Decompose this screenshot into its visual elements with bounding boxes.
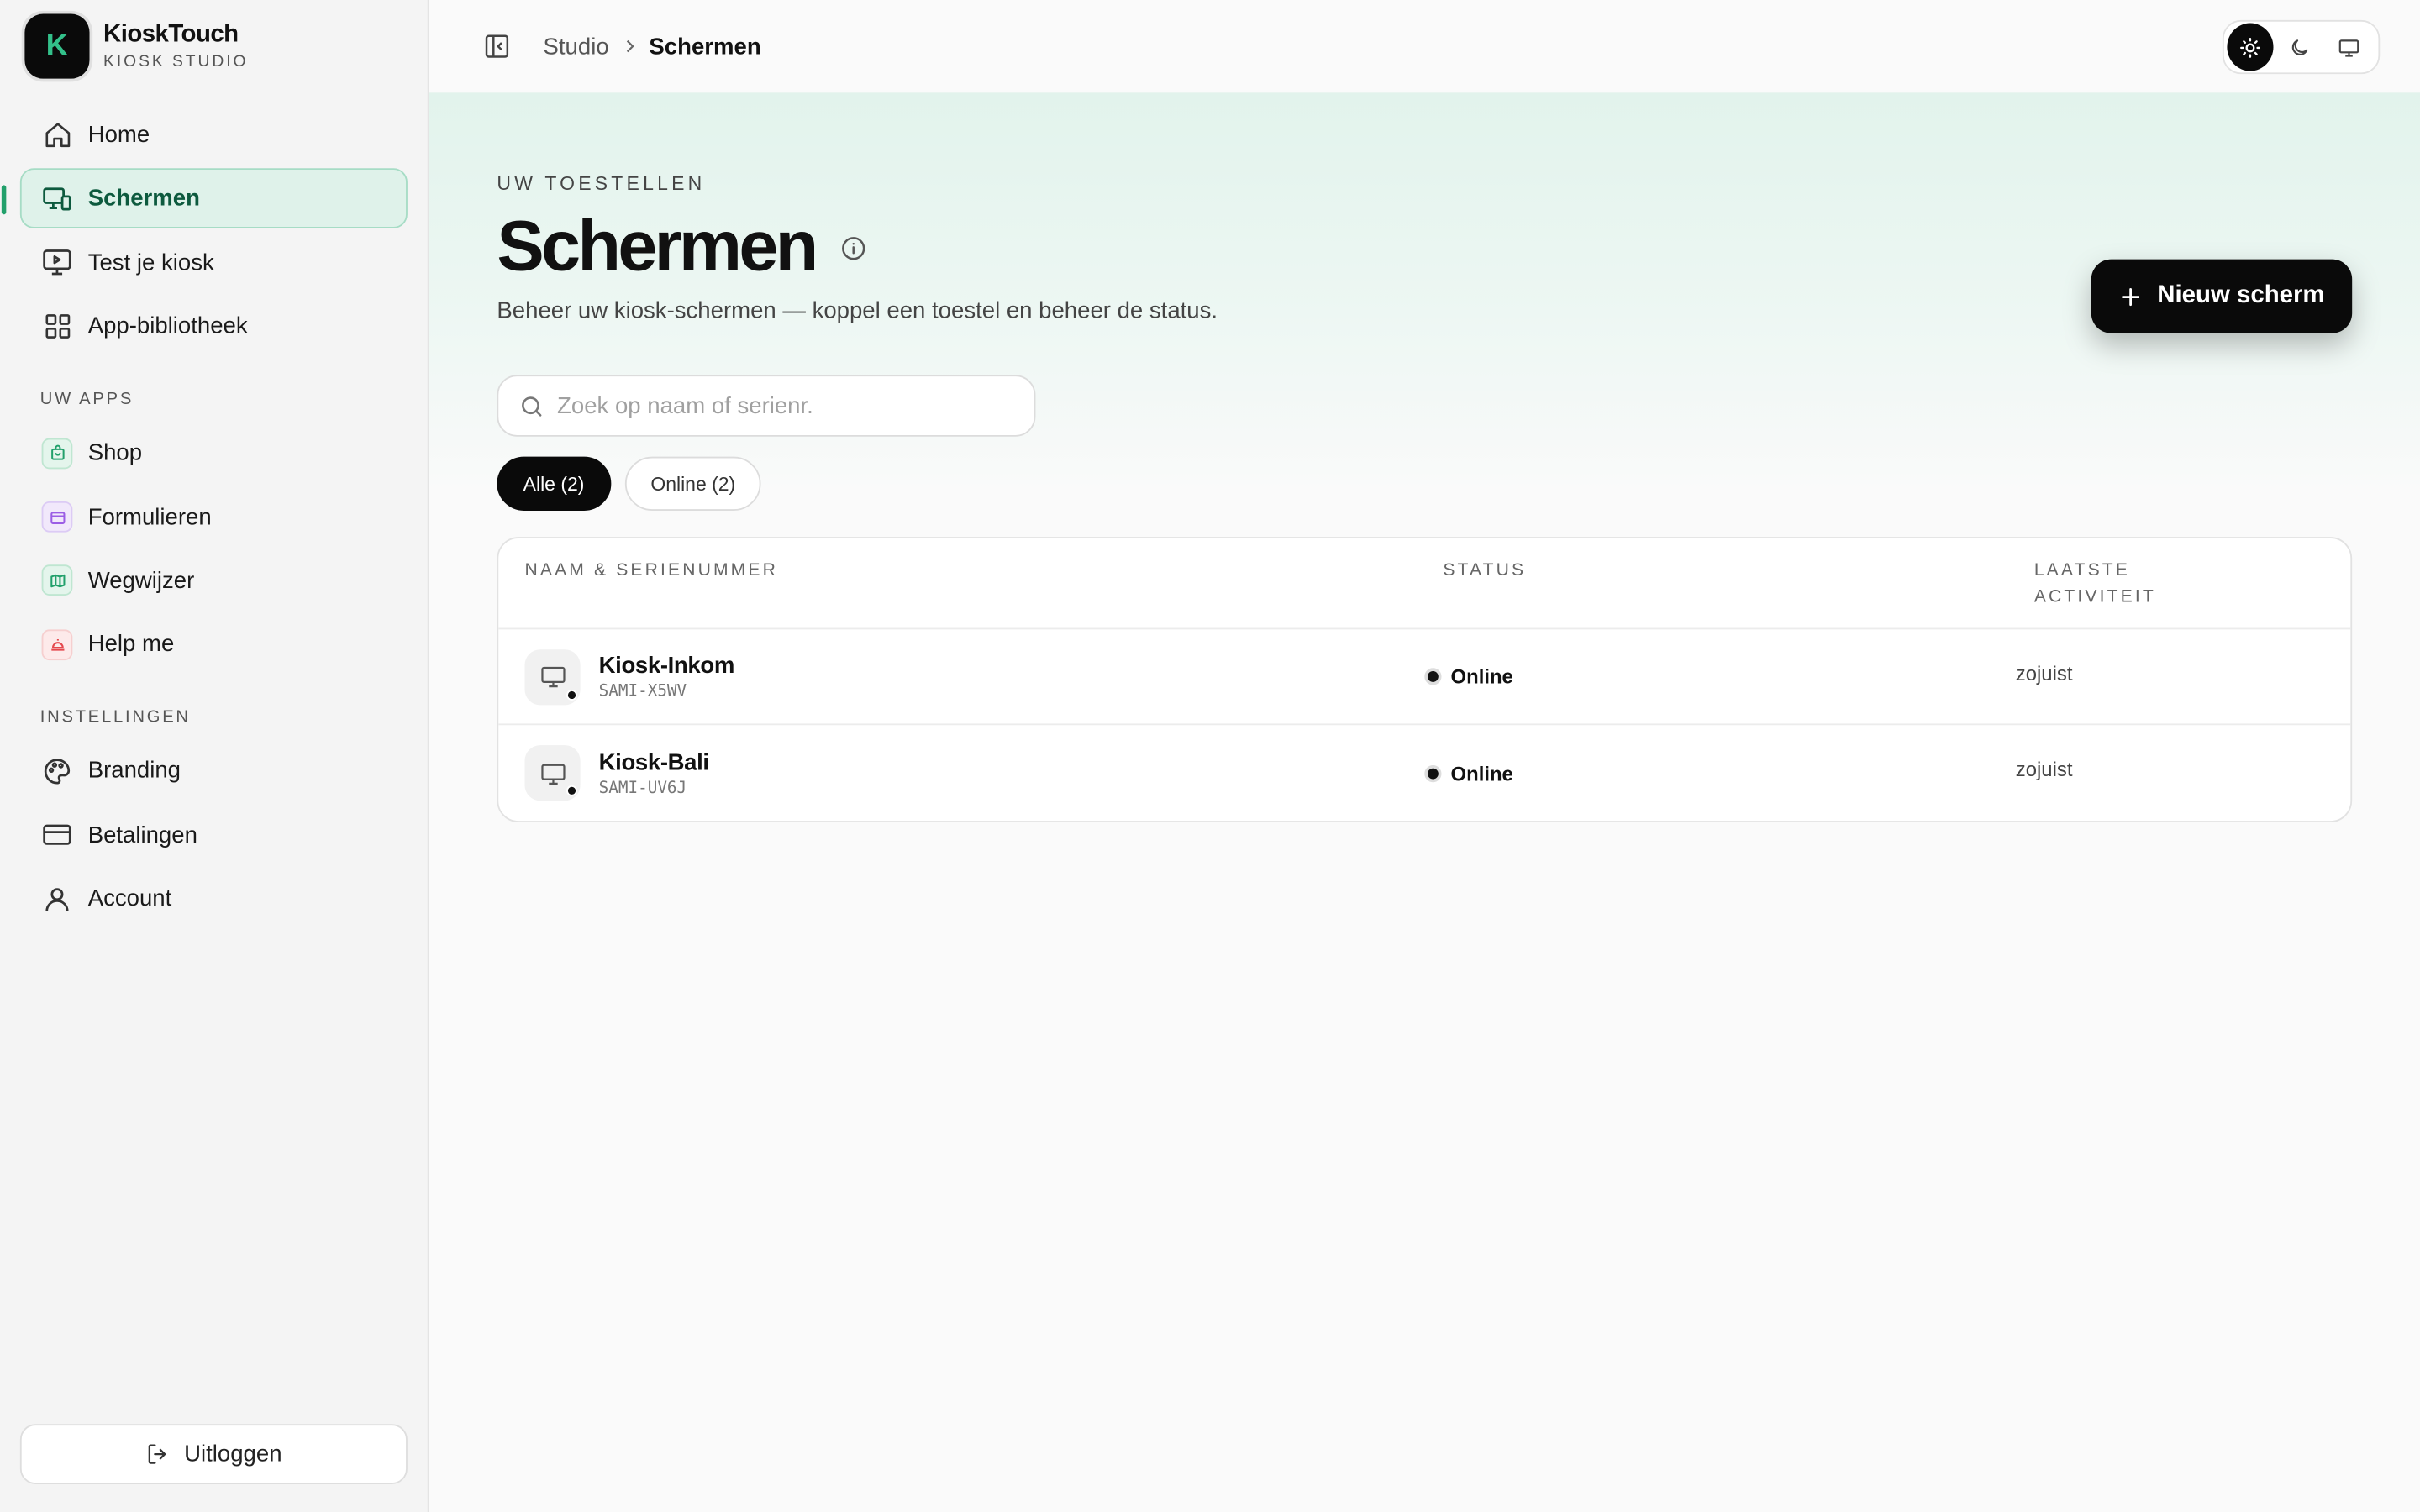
main-nav: Home Schermen Test je kiosk App-biblioth…	[1, 105, 408, 357]
palette-icon	[42, 756, 73, 787]
sidebar-item-formulieren[interactable]: Formulieren	[20, 487, 408, 548]
page-content: UW TOESTELLEN Schermen Beheer uw kiosk-s…	[497, 92, 2353, 822]
sidebar-item-label: Account	[87, 885, 172, 912]
moon-icon[interactable]	[2276, 24, 2323, 71]
monitor-icon	[524, 648, 581, 705]
column-header-activity[interactable]: LAATSTE ACTIVITEIT	[2034, 538, 2351, 628]
brand-logo: K	[24, 13, 90, 79]
sidebar-item-label: Home	[87, 122, 150, 149]
play-screen-icon	[42, 247, 73, 278]
logout-icon	[145, 1441, 171, 1467]
last-activity: zojuist	[2015, 757, 2073, 781]
sidebar-toggle-icon[interactable]	[481, 31, 513, 62]
form-icon	[41, 501, 73, 533]
sidebar: K KioskTouch KIOSK STUDIO Home Schermen	[0, 0, 429, 1512]
table-header: NAAM & SERIENUMMER STATUS LAATSTE ACTIVI…	[498, 538, 2351, 630]
search-input[interactable]	[557, 392, 1005, 419]
sidebar-item-label: Shop	[87, 439, 143, 467]
sidebar-item-wegwijzer[interactable]: Wegwijzer	[20, 551, 408, 612]
info-icon[interactable]	[840, 234, 868, 262]
sun-icon[interactable]	[2227, 23, 2274, 71]
column-header-name[interactable]: NAAM & SERIENUMMER	[498, 538, 1443, 628]
logout-button[interactable]: Uitloggen	[19, 1424, 408, 1484]
sidebar-item-home[interactable]: Home	[20, 105, 408, 165]
filter-chips: Alle (2) Online (2)	[497, 456, 2352, 511]
main-content: Studio Schermen UW TOESTELLEN Schermen B…	[429, 0, 2420, 1512]
status-badge: Online	[1424, 761, 2015, 785]
sidebar-item-branding[interactable]: Branding	[20, 741, 408, 801]
status-badge: Online	[1424, 665, 2015, 688]
devices-table: NAAM & SERIENUMMER STATUS LAATSTE ACTIVI…	[497, 537, 2353, 822]
breadcrumb-studio[interactable]: Studio	[544, 33, 609, 59]
topbar: Studio Schermen	[429, 0, 2420, 93]
chevron-right-icon	[620, 37, 639, 55]
monitor-icon	[524, 745, 581, 801]
sidebar-item-label: Branding	[87, 758, 181, 785]
online-indicator	[566, 785, 577, 796]
status-dot-icon	[1424, 668, 1442, 685]
sidebar-item-label: Betalingen	[87, 822, 197, 848]
online-indicator	[566, 689, 577, 700]
filter-online[interactable]: Online (2)	[624, 456, 762, 511]
page-title: Schermen	[497, 205, 818, 286]
section-label-apps: UW APPS	[39, 391, 134, 410]
status-dot-icon	[1424, 764, 1442, 782]
sidebar-item-betalingen[interactable]: Betalingen	[20, 805, 408, 865]
table-row[interactable]: Kiosk-Inkom SAMI-X5WV Online zojuist	[498, 629, 2351, 726]
device-serial: SAMI-UV6J	[598, 778, 687, 797]
sidebar-item-label: App-bibliotheek	[87, 313, 248, 340]
new-screen-button[interactable]: Nieuw scherm	[2091, 259, 2353, 333]
map-icon	[41, 565, 73, 596]
shop-bag-icon	[41, 438, 73, 469]
theme-switch	[2222, 19, 2381, 75]
sidebar-item-schermen[interactable]: Schermen	[1, 168, 408, 229]
table-row[interactable]: Kiosk-Bali SAMI-UV6J Online zojuist	[498, 725, 2350, 821]
logout-label: Uitloggen	[184, 1441, 282, 1467]
brand-subtitle: KIOSK STUDIO	[103, 52, 249, 71]
device-name[interactable]: Kiosk-Inkom	[599, 653, 735, 679]
page-subtitle: Beheer uw kiosk-schermen — koppel een to…	[497, 297, 1218, 324]
sidebar-item-test-je-kiosk[interactable]: Test je kiosk	[20, 233, 408, 293]
sidebar-item-label: Test je kiosk	[87, 249, 214, 276]
page-eyebrow: UW TOESTELLEN	[497, 172, 706, 195]
last-activity: zojuist	[2015, 661, 2073, 685]
user-icon	[42, 884, 73, 915]
sidebar-item-label: Help me	[87, 631, 175, 659]
device-serial: SAMI-X5WV	[598, 681, 687, 701]
new-screen-label: Nieuw scherm	[2157, 282, 2325, 309]
breadcrumb-current: Schermen	[649, 33, 761, 60]
filter-all[interactable]: Alle (2)	[497, 456, 611, 511]
monitor-icon[interactable]	[2326, 24, 2372, 71]
sidebar-item-app-bibliotheek[interactable]: App-bibliotheek	[20, 297, 408, 357]
credit-card-icon	[42, 820, 73, 851]
sidebar-item-label: Wegwijzer	[87, 567, 195, 595]
sidebar-item-help-me[interactable]: Help me	[20, 615, 408, 675]
sidebar-item-label: Formulieren	[87, 503, 212, 531]
grid-icon	[42, 311, 73, 342]
home-icon	[42, 119, 73, 150]
device-name[interactable]: Kiosk-Bali	[599, 749, 709, 775]
search-icon	[518, 392, 544, 418]
sidebar-item-label: Schermen	[87, 186, 200, 213]
bell-icon	[41, 629, 73, 660]
brand-name: KioskTouch	[103, 21, 239, 48]
section-label-instellingen: INSTELLINGEN	[39, 708, 191, 727]
column-header-status[interactable]: STATUS	[1443, 538, 2033, 628]
monitor-devices-icon	[42, 183, 73, 214]
sidebar-item-account[interactable]: Account	[20, 869, 408, 929]
brand[interactable]: K KioskTouch KIOSK STUDIO	[20, 0, 408, 92]
sidebar-item-shop[interactable]: Shop	[20, 423, 408, 484]
search-box	[497, 375, 1036, 437]
plus-icon	[2118, 285, 2142, 308]
